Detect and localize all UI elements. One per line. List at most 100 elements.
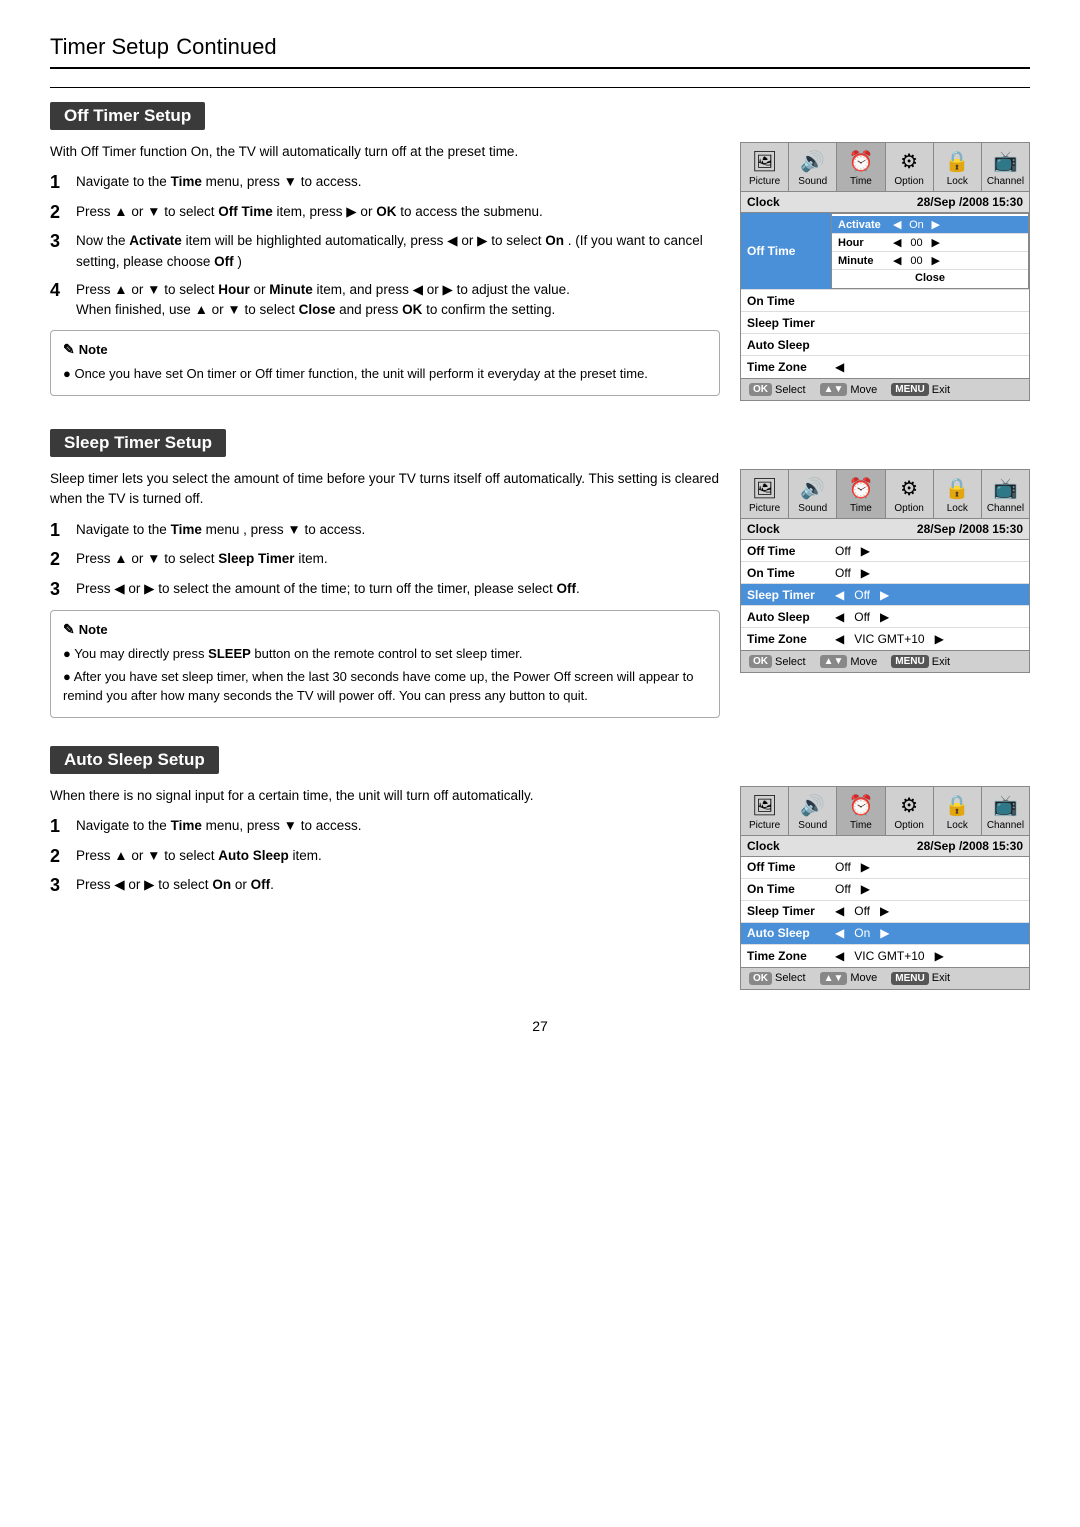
- tv-icon-lock: 🔒 Lock: [934, 787, 982, 835]
- offtime-popup: Activate ◀ On ▶ Hour ◀: [831, 213, 1029, 289]
- note-icon: ✎: [63, 339, 75, 360]
- off-timer-tv-panel: 🖼 Picture 🔊 Sound ⏰ Time ⚙ Option 🔒: [740, 142, 1030, 401]
- off-timer-note: ✎ Note Once you have set On timer or Off…: [50, 330, 720, 396]
- off-timer-body: With Off Timer function On, the TV will …: [50, 142, 1030, 401]
- sleep-timer-tv-panel: 🖼 Picture 🔊 Sound ⏰ Time ⚙ Option 🔒: [740, 469, 1030, 673]
- step-item: 2 Press ▲ or ▼ to select Off Time item, …: [50, 202, 720, 224]
- tv-on-time-row: On Time Off ▶: [741, 562, 1029, 584]
- off-timer-header: Off Timer Setup: [50, 102, 205, 130]
- note-title: ✎ Note: [63, 339, 707, 360]
- footer-move: ▲▼ Move: [820, 655, 878, 668]
- tv-on-time-row: On Time Off ▶: [741, 879, 1029, 901]
- tv-footer: OK Select ▲▼ Move MENU Exit: [741, 967, 1029, 989]
- tv-sleep-timer-row: Sleep Timer ◀ Off ▶: [741, 901, 1029, 923]
- sleep-timer-body: Sleep timer lets you select the amount o…: [50, 469, 1030, 718]
- sleep-timer-note: ✎ Note You may directly press SLEEP butt…: [50, 610, 720, 718]
- tv-icon-sound: 🔊 Sound: [789, 143, 837, 191]
- offtime-minute: Minute ◀ 00 ▶: [832, 252, 1028, 270]
- auto-sleep-section: Auto Sleep Setup When there is no signal…: [50, 746, 1030, 990]
- tv-time-zone-row: Time Zone ◀ VIC GMT+10 ▶: [741, 628, 1029, 650]
- page-title: Timer Setup Continued: [50, 30, 1030, 69]
- tv-icon-channel: 📺 Channel: [982, 143, 1029, 191]
- tv-menu-body: Clock 28/Sep /2008 15:30 Off Time Activa…: [741, 192, 1029, 378]
- tv-off-time-row: Off Time Off ▶: [741, 857, 1029, 879]
- footer-move: ▲▼ Move: [820, 972, 878, 985]
- tv-icon-lock: 🔒 Lock: [934, 470, 982, 518]
- sleep-timer-section: Sleep Timer Setup Sleep timer lets you s…: [50, 429, 1030, 718]
- step-item: 4 Press ▲ or ▼ to select Hour or Minute …: [50, 280, 720, 321]
- off-timer-text: With Off Timer function On, the TV will …: [50, 142, 720, 396]
- offtime-hour: Hour ◀ 00 ▶: [832, 234, 1028, 252]
- step-item: 2 Press ▲ or ▼ to select Auto Sleep item…: [50, 846, 720, 868]
- tv-time-zone-row: Time Zone ◀: [741, 356, 1029, 378]
- tv-icon-time: ⏰ Time: [837, 470, 885, 518]
- step-item: 3 Press ◀ or ▶ to select On or Off.: [50, 875, 720, 897]
- footer-select: OK Select: [749, 655, 806, 668]
- tv-icon-option: ⚙ Option: [886, 143, 934, 191]
- auto-sleep-tv-panel: 🖼 Picture 🔊 Sound ⏰ Time ⚙ Option 🔒: [740, 786, 1030, 990]
- auto-sleep-steps: 1 Navigate to the Time menu, press ▼ to …: [50, 816, 720, 897]
- tv-auto-sleep-row: Auto Sleep ◀ On ▶: [741, 923, 1029, 945]
- tv-clock-row: Clock 28/Sep /2008 15:30: [741, 836, 1029, 857]
- sleep-timer-text: Sleep timer lets you select the amount o…: [50, 469, 720, 718]
- step-item: 3 Now the Activate item will be highligh…: [50, 231, 720, 272]
- note-item: You may directly press SLEEP button on t…: [63, 644, 707, 664]
- tv-off-time-row: Off Time Activate ◀ On ▶: [741, 213, 1029, 290]
- tv-menu-body: Clock 28/Sep /2008 15:30 Off Time Off ▶ …: [741, 519, 1029, 650]
- step-item: 3 Press ◀ or ▶ to select the amount of t…: [50, 579, 720, 601]
- off-timer-steps: 1 Navigate to the Time menu, press ▼ to …: [50, 172, 720, 320]
- note-item: After you have set sleep timer, when the…: [63, 667, 707, 706]
- tv-icon-sound: 🔊 Sound: [789, 470, 837, 518]
- tv-footer: OK Select ▲▼ Move MENU Exit: [741, 650, 1029, 672]
- tv-icon-picture: 🖼 Picture: [741, 143, 789, 191]
- sleep-timer-steps: 1 Navigate to the Time menu , press ▼ to…: [50, 520, 720, 601]
- tv-icon-option: ⚙ Option: [886, 470, 934, 518]
- tv-icon-picture: 🖼 Picture: [741, 470, 789, 518]
- tv-icon-time: ⏰ Time: [837, 787, 885, 835]
- auto-sleep-body: When there is no signal input for a cert…: [50, 786, 1030, 990]
- tv-icon-picture: 🖼 Picture: [741, 787, 789, 835]
- offtime-activate: Activate ◀ On ▶: [832, 216, 1028, 234]
- tv-icon-option: ⚙ Option: [886, 787, 934, 835]
- footer-exit: MENU Exit: [891, 655, 950, 668]
- tv-icons-row: 🖼 Picture 🔊 Sound ⏰ Time ⚙ Option 🔒: [741, 143, 1029, 192]
- footer-exit: MENU Exit: [891, 972, 950, 985]
- footer-select: OK Select: [749, 972, 806, 985]
- off-timer-intro: With Off Timer function On, the TV will …: [50, 142, 720, 162]
- auto-sleep-header: Auto Sleep Setup: [50, 746, 219, 774]
- tv-menu-body: Clock 28/Sep /2008 15:30 Off Time Off ▶ …: [741, 836, 1029, 967]
- step-item: 1 Navigate to the Time menu , press ▼ to…: [50, 520, 720, 542]
- tv-footer: OK Select ▲▼ Move MENU Exit: [741, 378, 1029, 400]
- tv-icons-row: 🖼 Picture 🔊 Sound ⏰ Time ⚙ Option 🔒: [741, 787, 1029, 836]
- tv-sleep-timer-row: Sleep Timer: [741, 312, 1029, 334]
- step-item: 1 Navigate to the Time menu, press ▼ to …: [50, 172, 720, 194]
- sleep-timer-intro: Sleep timer lets you select the amount o…: [50, 469, 720, 510]
- page-number: 27: [50, 1018, 1030, 1034]
- tv-off-time-row: Off Time Off ▶: [741, 540, 1029, 562]
- tv-auto-sleep-row: Auto Sleep ◀ Off ▶: [741, 606, 1029, 628]
- tv-icon-channel: 📺 Channel: [982, 787, 1029, 835]
- footer-exit: MENU Exit: [891, 383, 950, 396]
- tv-time-zone-row: Time Zone ◀ VIC GMT+10 ▶: [741, 945, 1029, 967]
- tv-clock-row: Clock 28/Sep /2008 15:30: [741, 519, 1029, 540]
- step-item: 1 Navigate to the Time menu, press ▼ to …: [50, 816, 720, 838]
- tv-auto-sleep-row: Auto Sleep: [741, 334, 1029, 356]
- note-title: ✎ Note: [63, 619, 707, 640]
- offtime-close: Close: [832, 270, 1028, 286]
- title-divider: [50, 87, 1030, 88]
- note-item: Once you have set On timer or Off timer …: [63, 364, 707, 384]
- step-item: 2 Press ▲ or ▼ to select Sleep Timer ite…: [50, 549, 720, 571]
- auto-sleep-intro: When there is no signal input for a cert…: [50, 786, 720, 806]
- tv-clock-row: Clock 28/Sep /2008 15:30: [741, 192, 1029, 213]
- tv-icon-channel: 📺 Channel: [982, 470, 1029, 518]
- footer-move: ▲▼ Move: [820, 383, 878, 396]
- auto-sleep-text: When there is no signal input for a cert…: [50, 786, 720, 907]
- tv-icon-sound: 🔊 Sound: [789, 787, 837, 835]
- note-icon: ✎: [63, 619, 75, 640]
- off-timer-section: Off Timer Setup With Off Timer function …: [50, 102, 1030, 401]
- tv-sleep-timer-row: Sleep Timer ◀ Off ▶: [741, 584, 1029, 606]
- tv-on-time-row: On Time: [741, 290, 1029, 312]
- sleep-timer-header: Sleep Timer Setup: [50, 429, 226, 457]
- tv-icon-time: ⏰ Time: [837, 143, 885, 191]
- tv-icon-lock: 🔒 Lock: [934, 143, 982, 191]
